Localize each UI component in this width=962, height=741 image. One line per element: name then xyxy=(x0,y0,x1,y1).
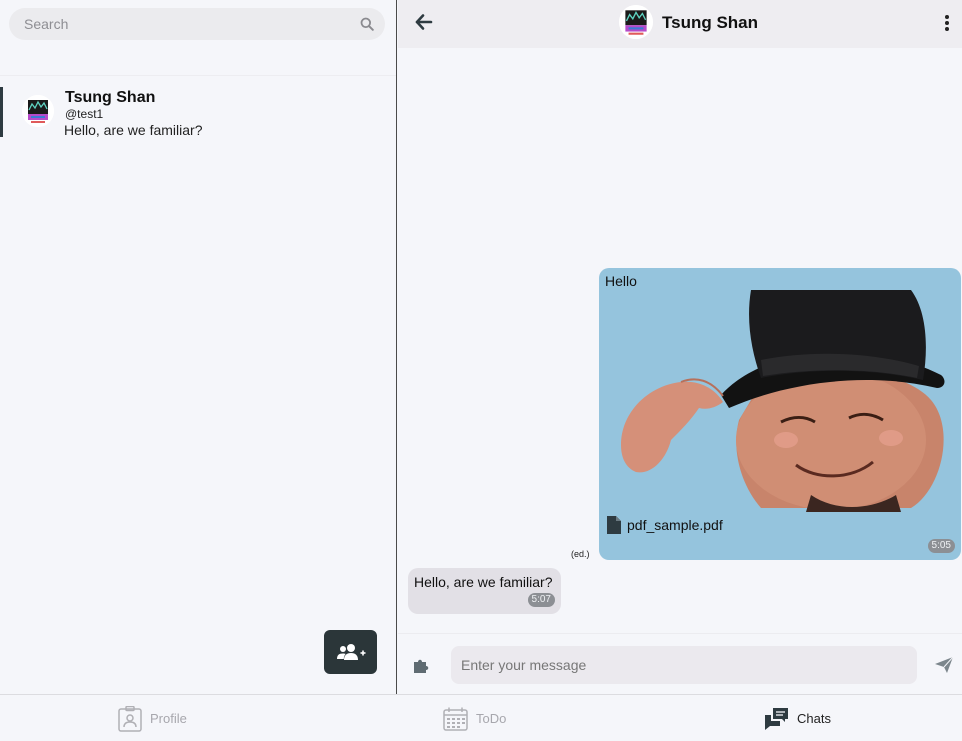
nav-chats-label: Chats xyxy=(797,711,831,726)
chat-last-message: Hello, are we familiar? xyxy=(64,122,203,138)
avatar xyxy=(22,95,54,127)
message-time: 5:05 xyxy=(927,539,955,553)
puzzle-icon[interactable] xyxy=(412,656,432,674)
more-options-icon[interactable] xyxy=(942,12,952,34)
calendar-icon xyxy=(443,707,468,731)
search-bar xyxy=(9,8,385,40)
list-divider xyxy=(0,75,396,76)
search-icon[interactable] xyxy=(349,17,385,31)
chat-contact-handle: @test1 xyxy=(65,107,104,121)
search-input[interactable] xyxy=(9,8,349,40)
message-time: 5:07 xyxy=(527,593,555,607)
profile-card-icon xyxy=(118,705,142,732)
nav-todo[interactable]: ToDo xyxy=(443,695,506,741)
chat-contact-name: Tsung Shan xyxy=(65,89,156,106)
conversation-pane: Tsung Shan Hello pdf_sample.pdf 5:05 (ed… xyxy=(398,0,962,694)
incoming-message[interactable]: Hello, are we familiar? 5:07 xyxy=(408,568,561,614)
contact-avatar[interactable] xyxy=(619,5,653,39)
add-contact-button[interactable] xyxy=(324,630,377,674)
edited-indicator: (ed.) xyxy=(571,549,590,559)
app-window: Tsung Shan @test1 Hello, are we familiar… xyxy=(0,0,962,741)
chat-list-pane: Tsung Shan @test1 Hello, are we familiar… xyxy=(0,0,397,694)
file-icon xyxy=(607,516,621,534)
message-composer xyxy=(398,633,962,694)
message-input[interactable] xyxy=(451,646,917,684)
outgoing-message[interactable]: Hello pdf_sample.pdf 5:05 xyxy=(599,268,961,560)
conversation-header: Tsung Shan xyxy=(398,0,962,48)
nav-profile-label: Profile xyxy=(150,711,187,726)
attachment-filename: pdf_sample.pdf xyxy=(627,517,723,533)
message-text: Hello, are we familiar? xyxy=(414,574,553,590)
nav-todo-label: ToDo xyxy=(476,711,507,726)
contact-name: Tsung Shan xyxy=(662,13,759,32)
nav-chats[interactable]: Chats xyxy=(764,695,831,741)
message-text: Hello xyxy=(605,273,637,289)
chat-list-item[interactable]: Tsung Shan @test1 Hello, are we familiar… xyxy=(0,87,396,138)
back-arrow-icon[interactable] xyxy=(414,12,434,32)
send-icon[interactable] xyxy=(934,656,954,674)
file-attachment[interactable]: pdf_sample.pdf xyxy=(607,516,723,534)
nav-profile[interactable]: Profile xyxy=(118,695,187,741)
add-users-icon xyxy=(336,644,365,660)
bottom-navigation: Profile ToDo Chats xyxy=(0,694,962,741)
message-image[interactable] xyxy=(611,290,945,512)
chat-bubbles-icon xyxy=(765,707,788,730)
